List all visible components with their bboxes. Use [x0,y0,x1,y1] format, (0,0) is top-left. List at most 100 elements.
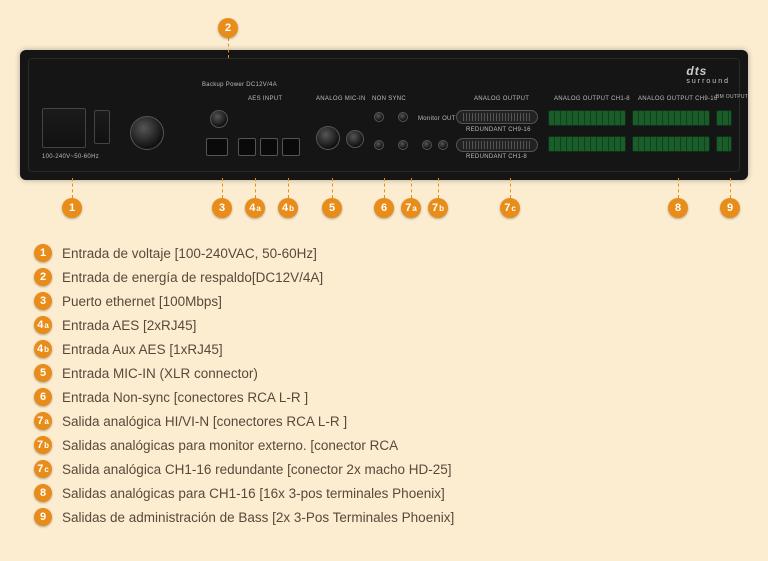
panel-body: 100-240V~50-60Hz Backup Power DC12V/4A A… [20,50,748,180]
phoenix-ch9-16-bot [632,136,710,152]
callout-lead-4b [288,178,289,198]
callout-marker-7b: 7b [428,198,448,218]
legend-text-5: Entrada MIC-IN (XLR connector) [62,366,258,381]
analog-output-label: ANALOG OUTPUT [474,96,529,102]
legend-marker-8: 8 [34,484,52,502]
legend-row-4b: 4b Entrada Aux AES [1xRJ45] [34,340,454,358]
phoenix-bm-bot [716,136,732,152]
legend-row-9: 9 Salidas de administración de Bass [2x 3… [34,508,454,526]
db25-redundant-2 [456,138,538,152]
hivi-rca-r [398,140,408,150]
legend-marker-4a: 4a [34,316,52,334]
phoenix-ch1-8-top [548,110,626,126]
legend-row-3: 3 Puerto ethernet [100Mbps] [34,292,454,310]
legend-text-9: Salidas de administración de Bass [2x 3-… [62,510,454,525]
callout-marker-7c: 7c [500,198,520,218]
callout-marker-9: 9 [720,198,740,218]
redundant-b-label: REDUNDANT CH1-8 [466,154,527,160]
dts-logo: dts surround [686,64,730,85]
legend-marker-4b: 4b [34,340,52,358]
analog-out-ch9-16-label: ANALOG OUTPUT CH9-16 [638,96,718,102]
callout-marker-3: 3 [212,198,232,218]
legend-text-7c: Salida analógica CH1-16 redundante [cone… [62,462,451,477]
legend-text-1: Entrada de voltaje [100-240VAC, 50-60Hz] [62,246,317,261]
din-connector [346,130,364,148]
legend-row-1: 1 Entrada de voltaje [100-240VAC, 50-60Hz… [34,244,454,262]
legend-marker-3: 3 [34,292,52,310]
legend-row-6: 6 Entrada Non-sync [conectores RCA L-R ] [34,388,454,406]
phoenix-ch1-8-bot [548,136,626,152]
callout-marker-8: 8 [668,198,688,218]
legend: 1 Entrada de voltaje [100-240VAC, 50-60Hz… [34,244,454,526]
power-inlet [42,108,86,148]
phoenix-ch9-16-top [632,110,710,126]
analog-out-ch1-8-label: ANALOG OUTPUT CH1-8 [554,96,630,102]
xlr-mic-in [316,126,340,150]
aes-rj45-1 [238,138,256,156]
callout-lead-6 [384,178,385,198]
legend-row-2: 2 Entrada de energía de respaldo[DC12V/4A… [34,268,454,286]
aes-rj45-2 [260,138,278,156]
legend-row-8: 8 Salidas analógicas para CH1-16 [16x 3-p… [34,484,454,502]
callout-marker-4a: 4a [245,198,265,218]
device-panel: 100-240V~50-60Hz Backup Power DC12V/4A A… [20,50,748,180]
callout-marker-6: 6 [374,198,394,218]
power-switch [94,110,110,144]
callout-lead-3 [222,178,223,198]
hivi-rca-l [398,112,408,122]
dts-sub: surround [686,78,730,85]
legend-text-6: Entrada Non-sync [conectores RCA L-R ] [62,390,308,405]
legend-row-7a: 7a Salida analógica HI/VI-N [conectores R… [34,412,454,430]
legend-text-7a: Salida analógica HI/VI-N [conectores RCA… [62,414,347,429]
callout-lead-4a [255,178,256,198]
locking-power-connector [130,116,164,150]
aes-aux-rj45 [282,138,300,156]
callout-marker-7a: 7a [401,198,421,218]
monitor-rca-2 [438,140,448,150]
callout-marker-5: 5 [322,198,342,218]
legend-marker-7c: 7c [34,460,52,478]
callout-marker-4b: 4b [278,198,298,218]
callout-lead-1 [72,178,73,198]
nonsync-rca-l [374,112,384,122]
legend-text-4b: Entrada Aux AES [1xRJ45] [62,342,223,357]
callout-lead-5 [332,178,333,198]
legend-text-8: Salidas analógicas para CH1-16 [16x 3-po… [62,486,445,501]
callout-lead-9 [730,178,731,198]
legend-text-4a: Entrada AES [2xRJ45] [62,318,196,333]
callout-lead-7c [510,178,511,198]
bm-output-label: BM OUTPUT [716,94,742,100]
non-sync-label: NON SYNC [372,96,406,102]
legend-marker-5: 5 [34,364,52,382]
power-spec-label: 100-240V~50-60Hz [42,154,99,160]
callout-lead-7b [438,178,439,198]
legend-marker-7b: 7b [34,436,52,454]
legend-marker-9: 9 [34,508,52,526]
callout-lead-7a [411,178,412,198]
legend-marker-6: 6 [34,388,52,406]
legend-text-7b: Salidas analógicas para monitor externo.… [62,438,398,453]
legend-row-5: 5 Entrada MIC-IN (XLR connector) [34,364,454,382]
legend-marker-2: 2 [34,268,52,286]
aes-input-label: AES INPUT [248,96,282,102]
backup-power-jack [210,110,228,128]
nonsync-rca-r [374,140,384,150]
mic-in-label: ANALOG MIC-IN [316,96,366,102]
monitor-rca [422,140,432,150]
callout-marker-1: 1 [62,198,82,218]
legend-marker-1: 1 [34,244,52,262]
callout-marker-2: 2 [218,18,238,38]
db25-redundant-1 [456,110,538,124]
phoenix-bm-top [716,110,732,126]
callout-lead-8 [678,178,679,198]
legend-row-7b: 7b Salidas analógicas para monitor extern… [34,436,454,454]
legend-text-3: Puerto ethernet [100Mbps] [62,294,222,309]
redundant-a-label: REDUNDANT CH9-16 [466,127,531,133]
backup-power-label: Backup Power DC12V/4A [202,82,238,89]
monitor-out-label: Monitor OUT [418,116,456,122]
legend-row-7c: 7c Salida analógica CH1-16 redundante [co… [34,460,454,478]
legend-row-4a: 4a Entrada AES [2xRJ45] [34,316,454,334]
legend-text-2: Entrada de energía de respaldo[DC12V/4A] [62,270,323,285]
legend-marker-7a: 7a [34,412,52,430]
ethernet-port [206,138,228,156]
